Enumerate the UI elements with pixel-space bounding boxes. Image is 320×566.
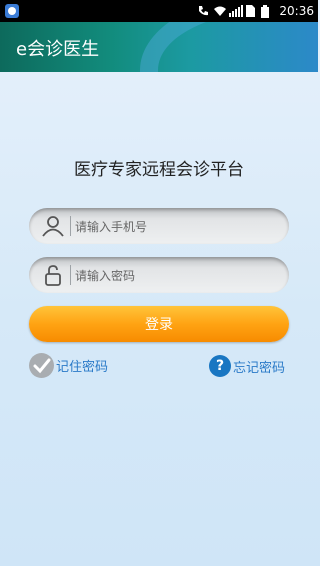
field-divider — [70, 216, 71, 236]
remember-password-label[interactable]: 记住密码 — [56, 356, 108, 375]
check-icon[interactable] — [29, 353, 54, 378]
password-field[interactable] — [29, 257, 289, 293]
app-title: e会诊医生 — [16, 39, 100, 60]
app-notification-icon — [4, 3, 20, 19]
status-icons: 20:36 — [197, 3, 314, 19]
app-bar: e会诊医生 — [0, 22, 318, 72]
phone-input[interactable] — [73, 214, 277, 240]
wifi-icon — [213, 5, 227, 17]
status-time: 20:36 — [279, 4, 314, 18]
page-title: 医疗专家远程会诊平台 — [74, 160, 244, 180]
password-input[interactable] — [73, 263, 277, 289]
forgot-password-label[interactable]: 忘记密码 — [233, 357, 285, 376]
question-icon[interactable]: ? — [209, 355, 231, 377]
battery-icon — [261, 5, 273, 18]
phone-icon — [197, 5, 209, 17]
lock-icon — [41, 264, 65, 286]
sim-icon — [245, 5, 257, 17]
app-bar-decoration — [140, 22, 318, 72]
user-icon — [41, 215, 65, 237]
login-button[interactable]: 登录 — [29, 306, 289, 342]
phone-field[interactable] — [29, 208, 289, 244]
field-divider — [70, 265, 71, 285]
forgot-password-link[interactable]: ? 忘记密码 — [209, 355, 285, 377]
signal-icon — [229, 5, 244, 17]
status-bar: 20:36 — [0, 0, 318, 22]
remember-password-toggle[interactable]: 记住密码 — [29, 353, 108, 378]
